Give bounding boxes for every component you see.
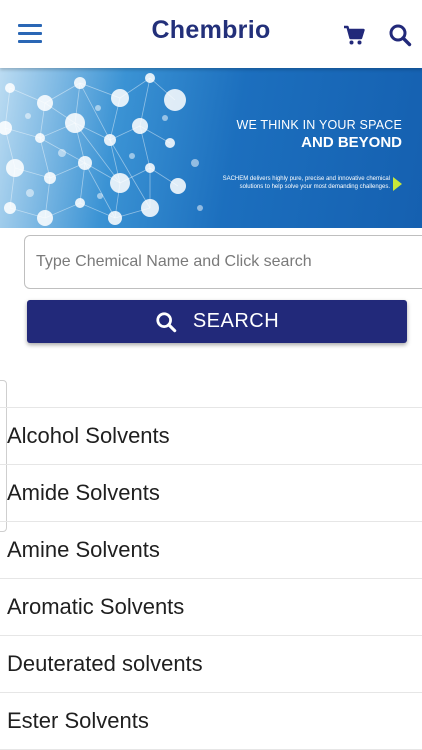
banner-tagline: WE THINK IN YOUR SPACE: [236, 118, 402, 132]
category-list: Alcohol Solvents Amide Solvents Amine So…: [0, 407, 422, 750]
app-header: Chembrio: [0, 0, 422, 68]
play-arrow-icon[interactable]: [393, 177, 402, 191]
list-item[interactable]: Aromatic Solvents: [0, 579, 422, 636]
search-button[interactable]: SEARCH: [27, 300, 407, 343]
list-item[interactable]: Amide Solvents: [0, 465, 422, 522]
list-item[interactable]: Deuterated solvents: [0, 636, 422, 693]
search-button-label: SEARCH: [192, 310, 280, 332]
search-input[interactable]: [24, 235, 422, 289]
list-item[interactable]: Amine Solvents: [0, 522, 422, 579]
list-item[interactable]: Ester Solvents: [0, 693, 422, 750]
header-search-button[interactable]: [388, 23, 412, 47]
search-icon: [156, 311, 177, 332]
shopping-cart-icon: [344, 25, 365, 45]
search-icon: [389, 24, 412, 47]
promo-banner[interactable]: WE THINK IN YOUR SPACE AND BEYOND SACHEM…: [0, 68, 422, 228]
banner-description: SACHEM delivers highly pure, precise and…: [222, 176, 390, 190]
cart-button[interactable]: [343, 24, 365, 46]
banner-headline: AND BEYOND: [301, 134, 402, 151]
molecule-network-graphic: [0, 73, 203, 226]
list-item[interactable]: Alcohol Solvents: [0, 408, 422, 465]
